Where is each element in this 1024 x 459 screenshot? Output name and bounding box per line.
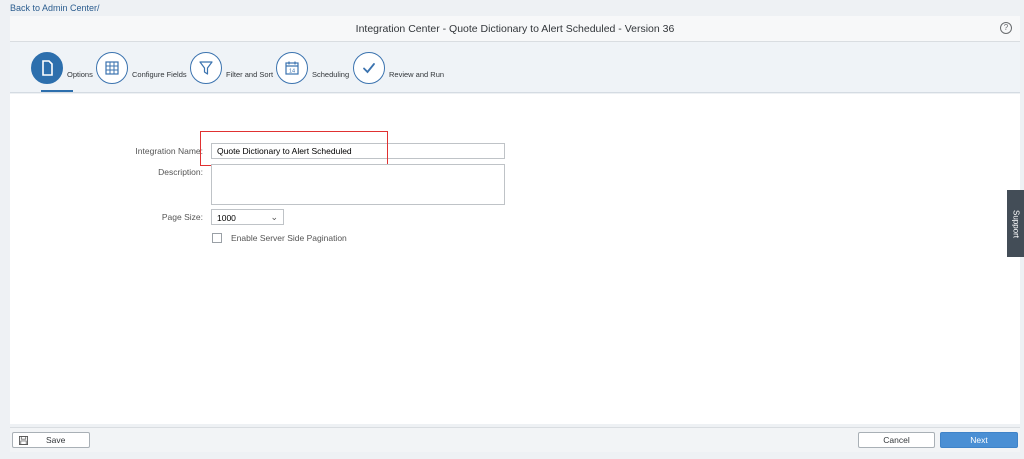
wizard-step-label: Review and Run [389, 69, 445, 79]
help-icon[interactable]: ? [1000, 22, 1012, 34]
page-size-value: 1000 [217, 213, 236, 223]
wizard-step-options[interactable]: Options [31, 51, 93, 85]
wizard-step-scheduling[interactable]: 14 Scheduling [276, 51, 349, 85]
wizard-step-configure-fields[interactable]: Configure Fields [96, 51, 187, 85]
page-size-label: Page Size: [161, 212, 203, 222]
calendar-icon: 14 [276, 52, 308, 84]
back-to-admin-center-link[interactable]: Back to Admin Center/ [10, 3, 100, 13]
description-textarea[interactable] [211, 164, 505, 205]
grid-icon [96, 52, 128, 84]
wizard-step-review-and-run[interactable]: Review and Run [353, 51, 444, 85]
integration-name-label: Integration Name: [135, 146, 203, 156]
wizard-steps: Options Configure Fields Filter and Sort… [10, 42, 1020, 93]
support-tab[interactable]: Support [1007, 190, 1024, 257]
wizard-step-label: Configure Fields [132, 69, 187, 79]
footer-toolbar: Save Cancel Next [10, 427, 1020, 452]
save-button[interactable]: Save [12, 432, 90, 448]
page-size-select[interactable]: 1000 ⌄ [211, 209, 284, 225]
cancel-button[interactable]: Cancel [858, 432, 935, 448]
document-icon [31, 52, 63, 84]
next-button[interactable]: Next [940, 432, 1018, 448]
save-button-label: Save [46, 435, 66, 445]
options-form-panel [10, 94, 1020, 424]
integration-name-input[interactable] [211, 143, 505, 159]
active-step-indicator [41, 90, 73, 92]
page-header: Integration Center - Quote Dictionary to… [10, 16, 1020, 42]
wizard-step-label: Scheduling [312, 69, 350, 79]
description-label: Description: [158, 167, 203, 177]
wizard-step-label: Filter and Sort [226, 69, 274, 79]
chevron-down-icon: ⌄ [270, 212, 278, 222]
support-tab-label: Support [1011, 209, 1020, 238]
wizard-step-filter-and-sort[interactable]: Filter and Sort [190, 51, 273, 85]
wizard-step-label: Options [67, 69, 93, 79]
server-side-pagination-label: Enable Server Side Pagination [231, 233, 347, 243]
page-title: Integration Center - Quote Dictionary to… [355, 23, 675, 35]
svg-text:14: 14 [289, 69, 295, 75]
checkmark-icon [353, 52, 385, 84]
server-side-pagination-checkbox[interactable] [212, 233, 222, 243]
filter-icon [190, 52, 222, 84]
save-icon [19, 435, 28, 445]
